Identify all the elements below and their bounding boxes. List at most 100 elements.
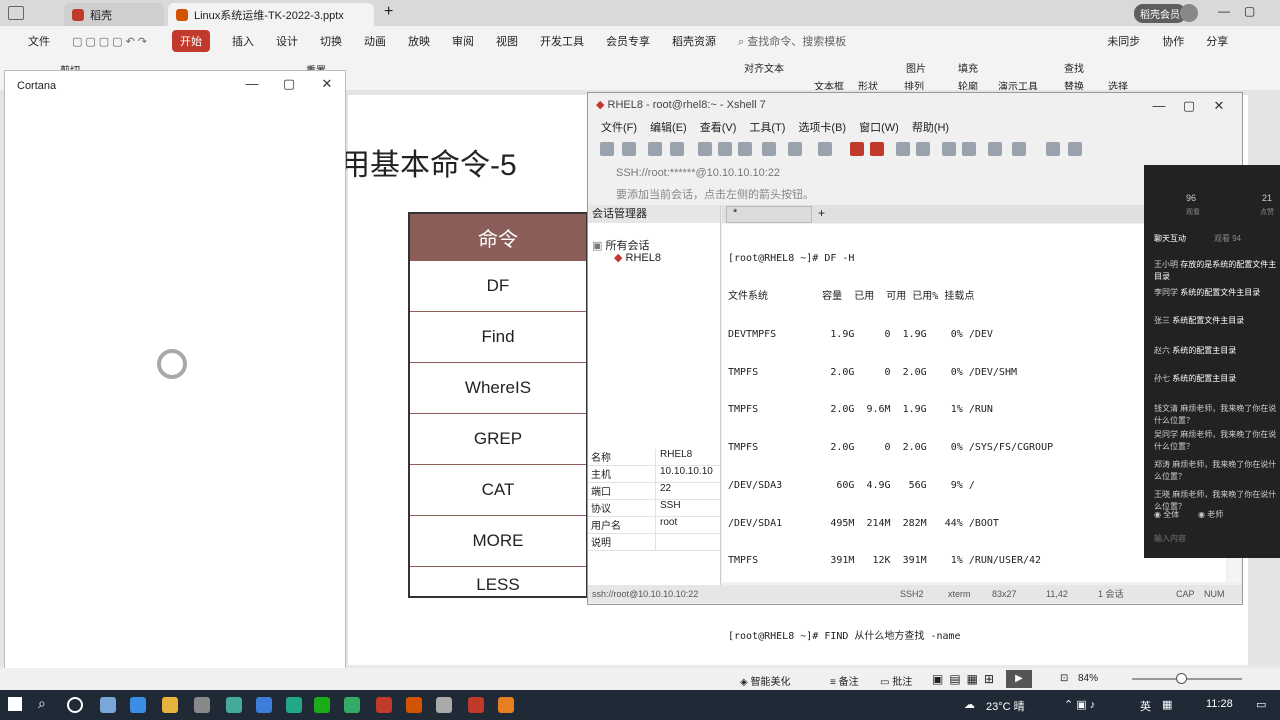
chat-input[interactable]: 输入内容 [1154, 533, 1186, 544]
view-mode-icons[interactable]: ▣▤▦⊞ [932, 672, 1000, 686]
tray-icons[interactable]: ⌃ ▣ ♪ [1064, 698, 1095, 711]
maximize-icon[interactable]: ▢ [1178, 97, 1200, 115]
option-teacher[interactable]: ◉ 老师 [1198, 509, 1223, 520]
maximize-icon[interactable]: ▢ [278, 75, 300, 93]
menu-slideshow[interactable]: 放映 [408, 33, 430, 49]
open-icon[interactable] [622, 142, 636, 156]
menu-file[interactable]: 文件(F) [601, 119, 637, 137]
menu-window[interactable]: 窗口(W) [859, 119, 899, 137]
new-tab-icon[interactable]: + [818, 206, 825, 220]
app-icon[interactable] [286, 697, 302, 713]
menu-tabs[interactable]: 选项卡(B) [798, 119, 846, 137]
avatar[interactable] [1180, 4, 1198, 22]
menu-member[interactable]: 会员专享 [606, 33, 650, 49]
align-text-button[interactable]: 对齐文本 [744, 60, 784, 75]
session-manager[interactable]: 会话管理器 ▣ 所有会话 ◆ RHEL8 名称 RHEL8 主机 10.10.10.… [588, 205, 721, 585]
copy-icon[interactable] [698, 142, 712, 156]
quick-icons[interactable]: ▢▢▢▢↶↷ [72, 35, 150, 48]
zoom-level[interactable]: 84% [1078, 673, 1098, 684]
print-icon[interactable] [762, 142, 776, 156]
tab-daoke[interactable]: 稻壳 [64, 3, 164, 26]
menu-view[interactable]: 视图 [496, 33, 518, 49]
home-icon[interactable] [8, 6, 24, 20]
maximize-icon[interactable]: ▢ [1244, 4, 1255, 18]
wechat-icon[interactable] [314, 697, 330, 713]
beautify-button[interactable]: ◈ 智能美化 [740, 673, 790, 688]
menu-transition[interactable]: 切换 [320, 33, 342, 49]
disconnect-icon[interactable] [670, 142, 684, 156]
edit-icon[interactable] [962, 142, 976, 156]
new-session-icon[interactable] [600, 142, 614, 156]
command-table[interactable]: 命令 DF Find WhereIS GREP CAT MORE LESS [408, 212, 588, 598]
minimize-icon[interactable]: — [241, 75, 263, 93]
cortana-icon[interactable] [67, 697, 83, 713]
minimize-icon[interactable]: — [1218, 4, 1230, 18]
presentation-icon[interactable] [406, 697, 422, 713]
tab-viewers[interactable]: 观看 94 [1214, 233, 1241, 244]
tab-terminal[interactable]: * [726, 206, 812, 223]
app-icon[interactable] [436, 697, 452, 713]
menu-tools[interactable]: 工具(T) [749, 119, 785, 137]
minimize-icon[interactable]: — [1148, 97, 1170, 115]
fill-button[interactable]: 填充 [958, 60, 978, 75]
menu-file[interactable]: 文件 [28, 33, 50, 49]
share-button[interactable]: 分享 [1206, 33, 1228, 49]
settings-icon[interactable] [194, 697, 210, 713]
tree-item-rhel8[interactable]: ◆ RHEL8 [614, 251, 661, 264]
notes-button[interactable]: ≡ 备注 [830, 673, 859, 688]
collab-button[interactable]: 协作 [1162, 33, 1184, 49]
option-all[interactable]: ◉ 全体 [1154, 509, 1179, 520]
tab-document[interactable]: Linux系统运维-TK-2022-3.pptx [168, 3, 374, 26]
tab-chat[interactable]: 聊天互动 [1154, 233, 1186, 244]
layout-icon[interactable] [988, 142, 1002, 156]
close-icon[interactable]: ✕ [1208, 97, 1230, 115]
fullscreen-icon[interactable] [896, 142, 910, 156]
menu-review[interactable]: 审阅 [452, 33, 474, 49]
taskview-icon[interactable] [100, 697, 116, 713]
menu-animation[interactable]: 动画 [364, 33, 386, 49]
lock-icon[interactable] [916, 142, 930, 156]
help-icon[interactable] [1046, 142, 1060, 156]
play-icon[interactable]: ▶ [1006, 670, 1032, 688]
app-icon[interactable] [226, 697, 242, 713]
zoom-slider-thumb[interactable] [1176, 673, 1187, 684]
globe-icon[interactable] [788, 142, 802, 156]
keyboard-icon[interactable] [942, 142, 956, 156]
search-command[interactable]: ⌕ 查找命令、搜索模板 [738, 33, 846, 49]
menu-start[interactable]: 开始 [172, 30, 211, 52]
windows-start-icon[interactable] [8, 697, 22, 711]
menu-view[interactable]: 查看(V) [700, 119, 737, 137]
close-icon[interactable]: ✕ [316, 75, 338, 93]
live-chat-panel[interactable]: 96 观看 21 点赞 聊天互动 观看 94 王小明 存放的是系统的配置文件主目… [1144, 165, 1280, 558]
ime-icon[interactable]: ▦ [1162, 698, 1172, 711]
font-icon[interactable] [818, 142, 832, 156]
menu-help[interactable]: 帮助(H) [912, 119, 949, 137]
zoom-slider[interactable] [1132, 678, 1242, 680]
weather[interactable]: 23°C 晴 [986, 698, 1025, 714]
wps-icon[interactable] [376, 697, 392, 713]
zoom-fit-icon[interactable]: ⊡ [1060, 673, 1068, 684]
chat-icon[interactable] [1068, 142, 1082, 156]
menu-insert[interactable]: 插入 [232, 33, 254, 49]
menu-design[interactable]: 设计 [276, 33, 298, 49]
sync-status[interactable]: 未同步 [1107, 33, 1140, 49]
notification-icon[interactable]: ▭ [1256, 698, 1266, 711]
xshell-icon[interactable] [468, 697, 484, 713]
menu-resources[interactable]: 稻壳资源 [672, 33, 716, 49]
app-icon[interactable] [498, 697, 514, 713]
search-icon[interactable]: ⌕ [38, 695, 46, 712]
find-button[interactable]: 查找 [1064, 60, 1084, 75]
app-icon[interactable] [344, 697, 360, 713]
ime-indicator[interactable]: 英 [1140, 698, 1151, 714]
app-icon[interactable] [256, 697, 272, 713]
xshell-icon[interactable] [850, 142, 864, 156]
user-button[interactable]: 稻壳会员 [1134, 4, 1186, 23]
edge-icon[interactable] [130, 697, 146, 713]
cortana-window[interactable]: Cortana — ▢ ✕ [4, 70, 346, 688]
new-tab-icon[interactable]: + [384, 3, 393, 21]
xftp-icon[interactable] [870, 142, 884, 156]
comment-button[interactable]: ▭ 批注 [880, 673, 912, 688]
connect-icon[interactable] [648, 142, 662, 156]
image-button[interactable]: 图片 [906, 60, 926, 75]
clock[interactable]: 11:28 [1206, 698, 1233, 710]
